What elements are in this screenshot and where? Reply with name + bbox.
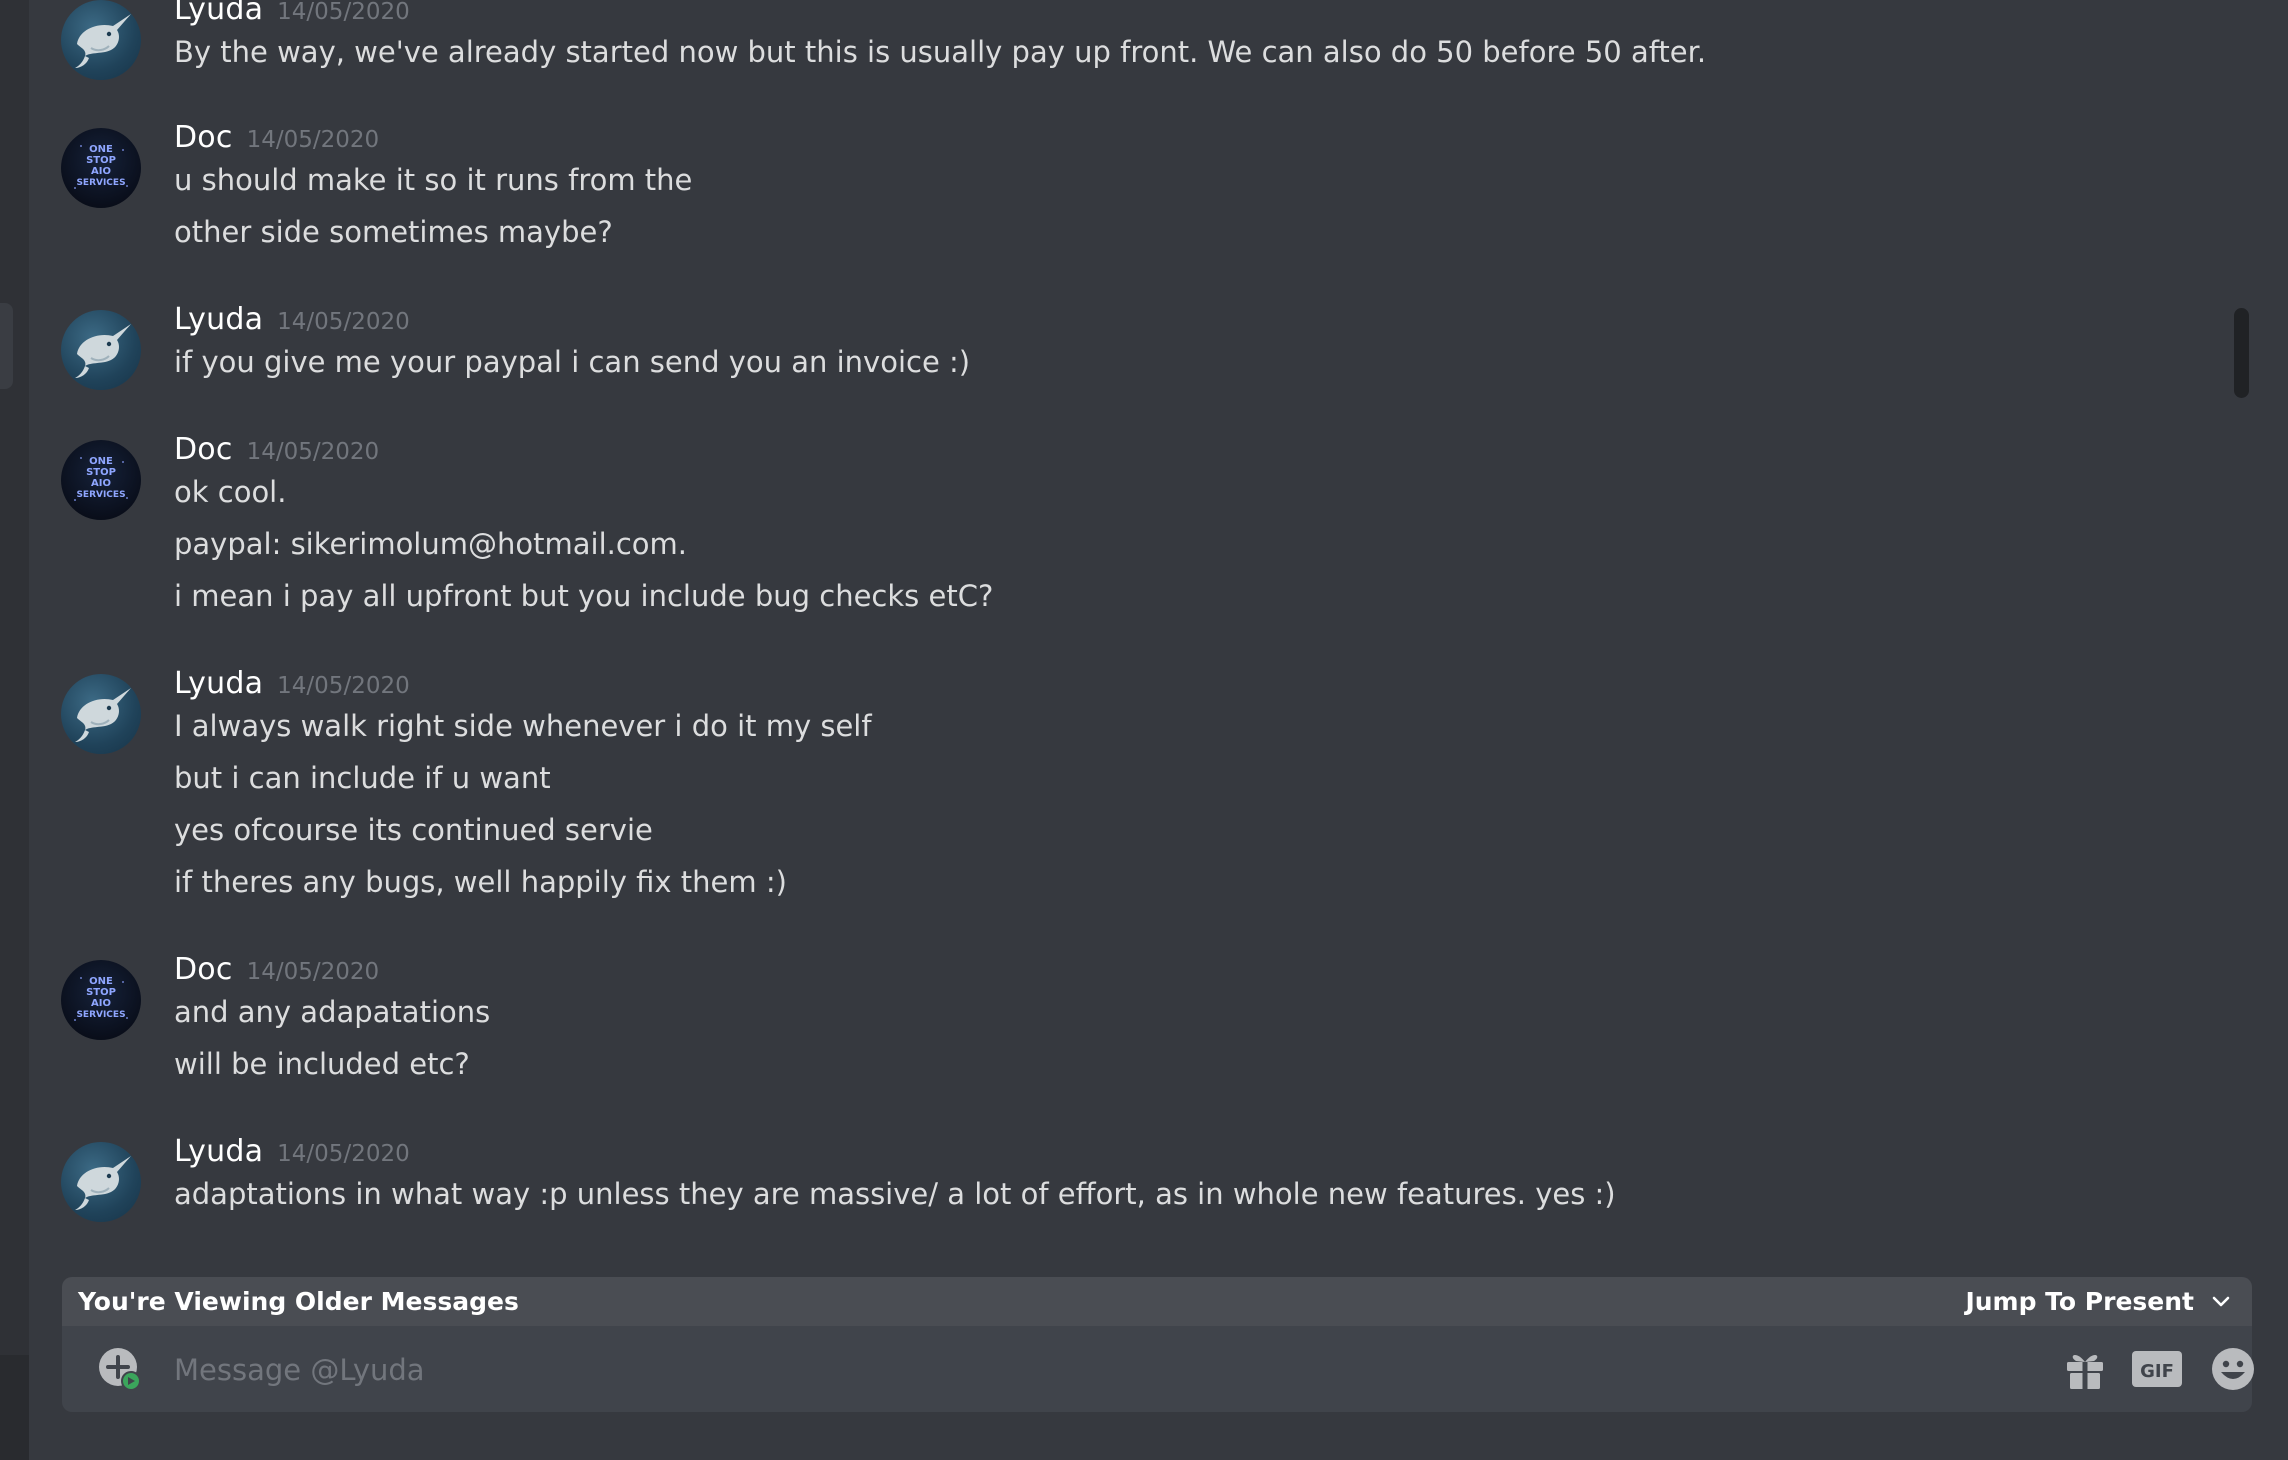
avatar-lyuda[interactable] [61,674,141,754]
message-timestamp: 14/05/2020 [277,0,410,25]
message-text: ok cool. [174,475,287,509]
message-timestamp: 14/05/2020 [277,673,410,699]
svg-text:GIF: GIF [2140,1361,2174,1382]
message-composer: GIF [62,1326,2254,1412]
chat-area: Lyuda 14/05/2020 By the way, we've already… [29,0,2259,1460]
svg-text:STOP: STOP [86,467,116,478]
svg-text:SERVICES: SERVICES [76,178,125,188]
svg-text:SERVICES: SERVICES [76,1010,125,1020]
message-header: Doc 14/05/2020 [174,952,379,987]
message-text: By the way, we've already started now bu… [174,35,1707,69]
chevron-down-icon [2212,1296,2230,1306]
svg-text:AIO: AIO [91,478,111,489]
svg-text:STOP: STOP [86,987,116,998]
message-header: Lyuda 14/05/2020 [174,1134,410,1169]
service-logo-icon: ONESTOPAIOSERVICES [74,976,128,1021]
avatar-doc[interactable]: ONE STOP AIO SERVICES [61,128,141,208]
selected-indicator [0,303,13,389]
avatar-doc[interactable]: ONE STOP AIO SERVICES [61,960,141,1040]
scrollbar-thumb[interactable] [2234,308,2249,398]
service-logo-icon: ONESTOPAIOSERVICES [74,456,128,501]
svg-text:ONE: ONE [89,456,113,467]
svg-text:AIO: AIO [91,998,111,1009]
avatar-lyuda[interactable] [61,0,141,80]
message-timestamp: 14/05/2020 [277,309,410,335]
avatar-lyuda[interactable] [61,310,141,390]
svg-text:AIO: AIO [91,166,111,177]
svg-text:STOP: STOP [86,155,116,166]
message-timestamp: 14/05/2020 [246,959,380,985]
add-attachment-button[interactable] [98,1347,142,1391]
narwhal-icon [75,688,131,742]
gift-button[interactable] [2062,1346,2108,1392]
svg-text:SERVICES: SERVICES [76,490,125,500]
gift-icon [2067,1354,2103,1389]
message-text: I always walk right side whenever i do i… [174,709,872,743]
message-header: Doc 14/05/2020 [174,432,379,467]
author-name[interactable]: Doc [174,952,233,987]
message-text: will be included etc? [174,1047,470,1081]
older-messages-bar: You're Viewing Older Messages Jump To Pr… [62,1277,2252,1326]
author-name[interactable]: Lyuda [174,666,263,701]
message-text: and any adapatations [174,995,491,1029]
jump-to-present-label: Jump To Present [1965,1287,2194,1316]
narwhal-icon [75,1156,131,1210]
message-header: Lyuda 14/05/2020 [174,0,410,27]
author-name[interactable]: Lyuda [174,0,263,27]
message-timestamp: 14/05/2020 [246,127,380,153]
svg-text:ONE: ONE [89,144,113,155]
message-header: Doc 14/05/2020 [174,120,379,155]
message-header: Lyuda 14/05/2020 [174,666,410,701]
message-text: paypal: sikerimolum@hotmail.com. [174,527,687,561]
avatar-doc[interactable]: ONE STOP AIO SERVICES [61,440,141,520]
message-timestamp: 14/05/2020 [277,1141,410,1167]
narwhal-icon [75,14,131,68]
message-timestamp: 14/05/2020 [246,439,380,465]
author-name[interactable]: Doc [174,120,233,155]
older-messages-text: You're Viewing Older Messages [78,1287,519,1316]
jump-to-present-button[interactable]: Jump To Present [1965,1287,2230,1316]
svg-text:ONE: ONE [89,976,113,987]
add-attachment-icon [99,1348,141,1391]
message-text: but i can include if u want [174,761,551,795]
message-text: if theres any bugs, well happily fix the… [174,865,787,899]
message-text: yes ofcourse its continued servie [174,813,653,847]
narwhal-icon [75,324,131,378]
author-name[interactable]: Lyuda [174,1134,263,1169]
avatar-lyuda[interactable] [61,1142,141,1222]
message-text: i mean i pay all upfront but you include… [174,579,994,613]
message-text: u should make it so it runs from the [174,163,693,197]
service-logo-icon: ONESTOPAIOSERVICES [74,144,128,189]
message-text: if you give me your paypal i can send yo… [174,345,971,379]
emoji-button[interactable] [2210,1346,2256,1392]
message-text: other side sometimes maybe? [174,215,613,249]
gif-icon: GIF [2132,1351,2182,1387]
emoji-icon [2212,1348,2254,1390]
author-name[interactable]: Doc [174,432,233,467]
sidebar-footer [0,1355,29,1460]
message-input[interactable] [172,1340,1976,1400]
gif-button[interactable]: GIF [2130,1346,2184,1392]
message-header: Lyuda 14/05/2020 [174,302,410,337]
server-sidebar-edge [0,0,29,1460]
author-name[interactable]: Lyuda [174,302,263,337]
message-text: adaptations in what way :p unless they a… [174,1177,1616,1211]
